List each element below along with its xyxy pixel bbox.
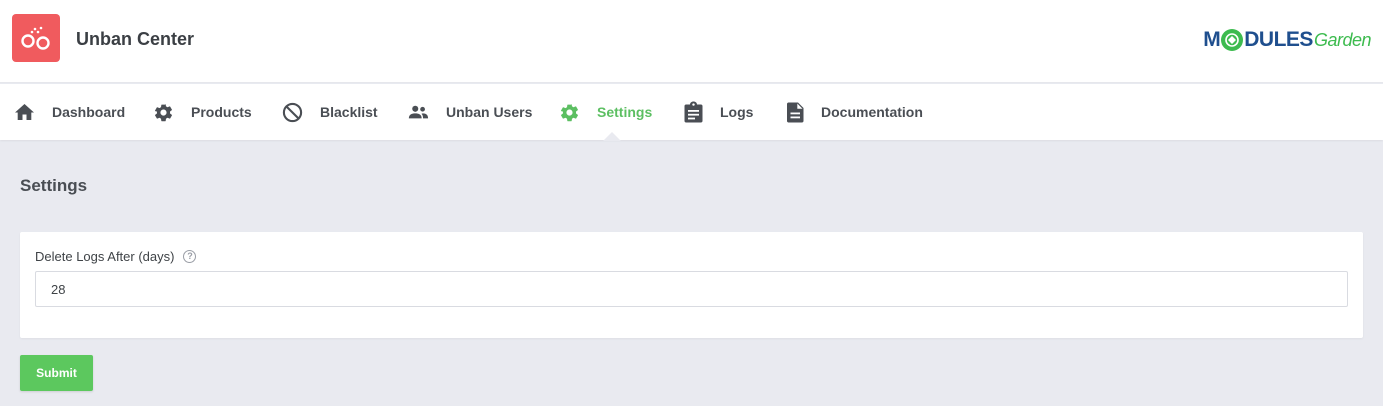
delete-logs-label-row: Delete Logs After (days) ? bbox=[35, 249, 197, 264]
users-icon bbox=[408, 105, 429, 119]
active-tab-indicator bbox=[603, 132, 621, 141]
help-icon[interactable]: ? bbox=[183, 250, 197, 263]
delete-logs-label: Delete Logs After (days) bbox=[35, 249, 175, 264]
gear-icon bbox=[560, 103, 579, 121]
nav-label-documentation: Documentation bbox=[821, 104, 923, 120]
delete-logs-days-input[interactable] bbox=[35, 271, 1348, 307]
nav-item-blacklist[interactable]: Blacklist bbox=[282, 84, 378, 140]
nav-label-products: Products bbox=[191, 104, 252, 120]
handcuffs-icon bbox=[21, 26, 50, 50]
app-icon[interactable] bbox=[12, 14, 60, 62]
submit-button[interactable]: Submit bbox=[20, 355, 93, 391]
nav-label-settings: Settings bbox=[597, 104, 653, 120]
gear-icon bbox=[154, 103, 173, 121]
clipboard-icon bbox=[684, 101, 703, 123]
nav-item-logs[interactable]: Logs bbox=[684, 84, 753, 140]
brand-leaf-icon bbox=[1221, 29, 1244, 51]
brand-text-m: M bbox=[1203, 28, 1221, 51]
nav-item-documentation[interactable]: Documentation bbox=[787, 84, 923, 140]
nav-item-unban-users[interactable]: Unban Users bbox=[407, 84, 532, 140]
nav-label-dashboard: Dashboard bbox=[52, 104, 126, 120]
header-bar: Unban Center M DULES Garden bbox=[0, 0, 1383, 83]
brand-text-garden: Garden bbox=[1313, 29, 1372, 50]
modulesgarden-logo[interactable]: M DULES Garden bbox=[1203, 26, 1372, 54]
home-icon bbox=[15, 104, 34, 120]
nav-label-logs: Logs bbox=[720, 104, 754, 120]
page-title: Settings bbox=[20, 176, 88, 195]
nav-label-unban-users: Unban Users bbox=[446, 104, 533, 120]
settings-card: Delete Logs After (days) ? bbox=[20, 232, 1363, 338]
block-icon bbox=[282, 102, 303, 122]
app-title: Unban Center bbox=[76, 29, 195, 49]
document-icon bbox=[787, 102, 804, 122]
nav-item-products[interactable]: Products bbox=[153, 84, 252, 140]
nav-item-dashboard[interactable]: Dashboard bbox=[14, 84, 125, 140]
brand-text-dules: DULES bbox=[1244, 28, 1313, 51]
nav-label-blacklist: Blacklist bbox=[320, 104, 378, 120]
main-nav: Dashboard Products Blacklist Unban Users… bbox=[0, 84, 1383, 140]
